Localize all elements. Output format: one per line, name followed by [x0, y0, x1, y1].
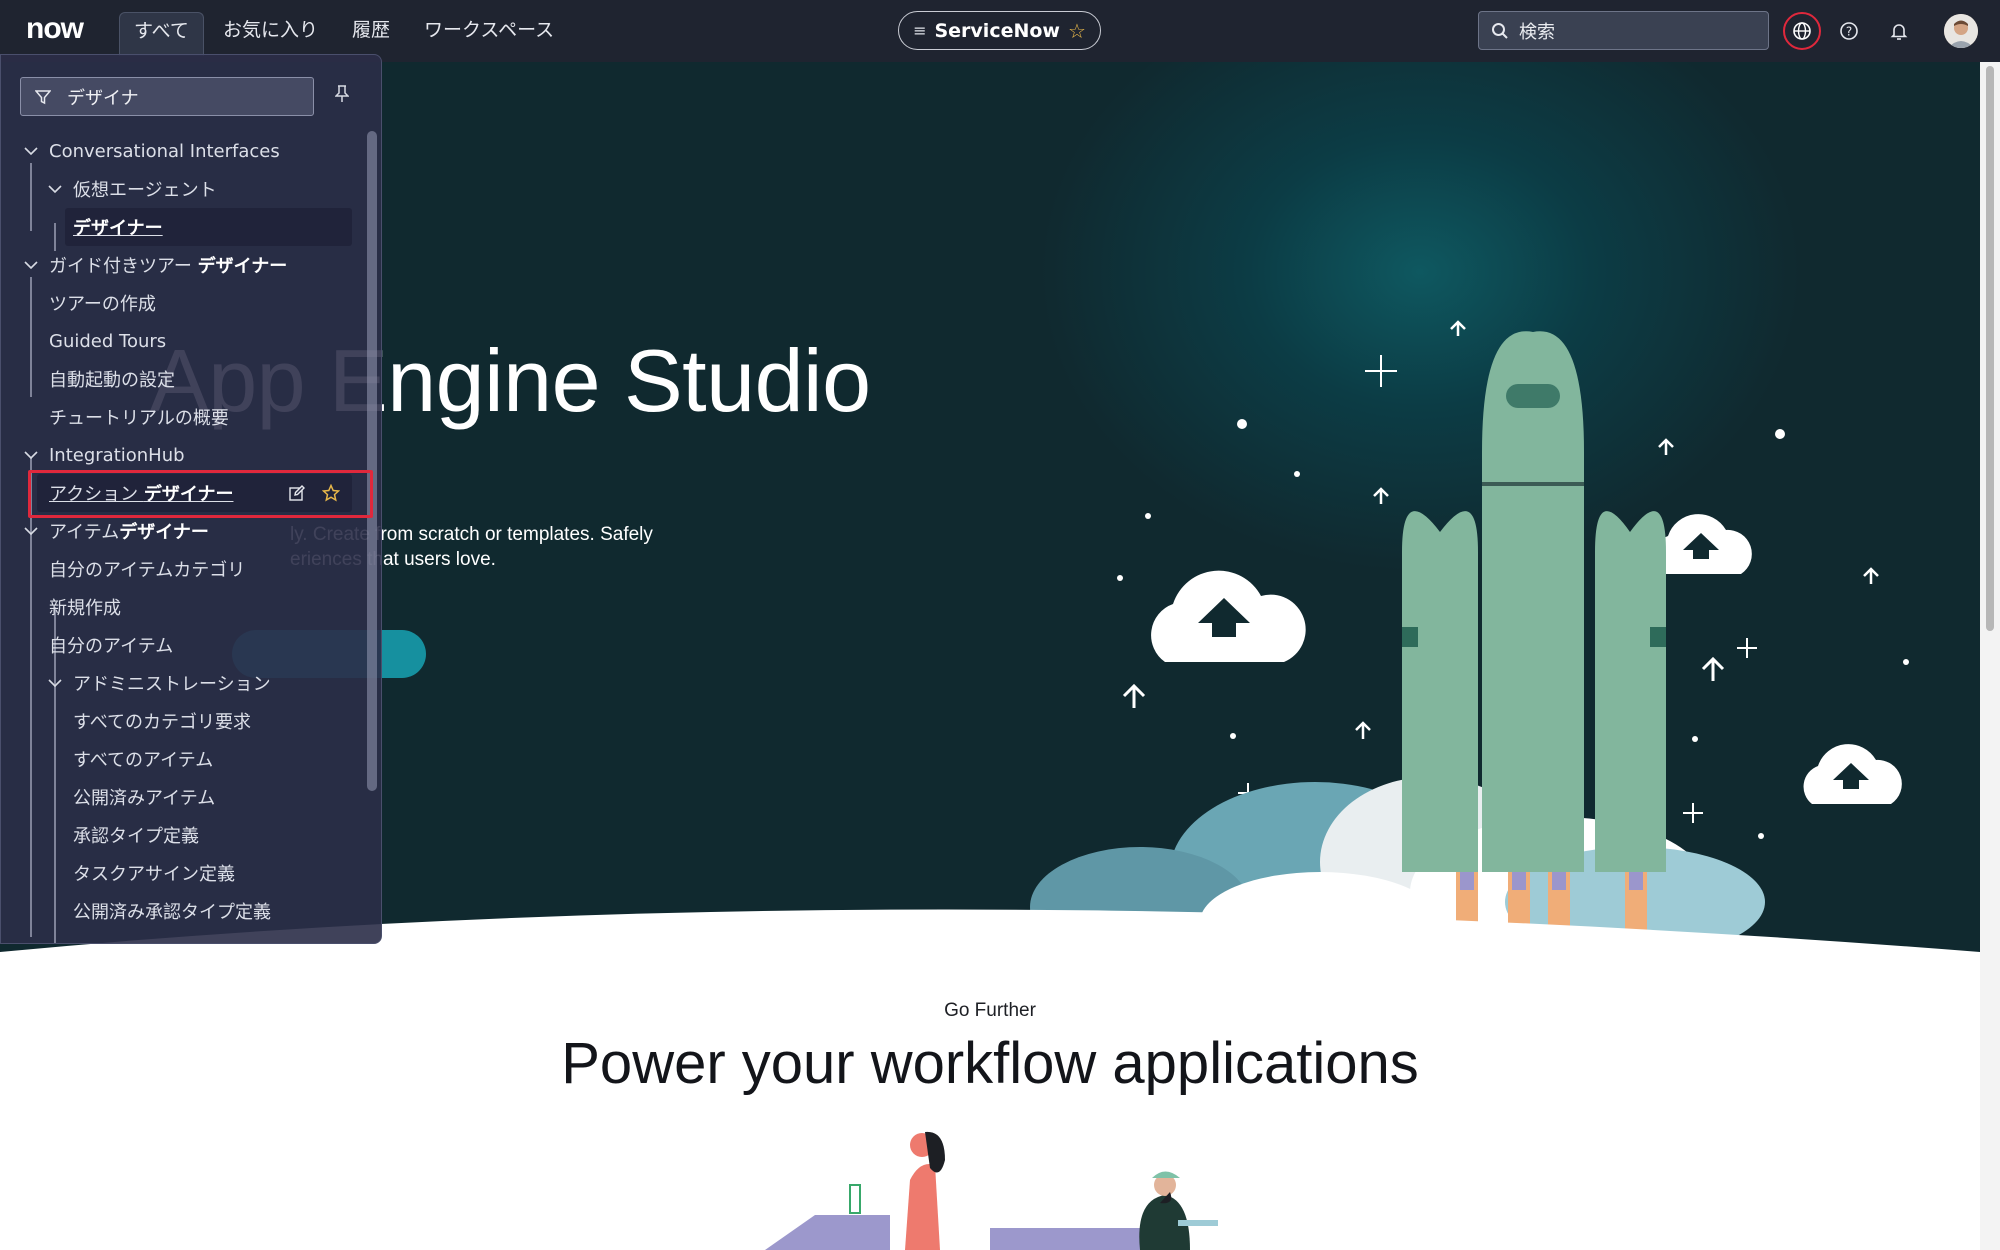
menu-group-label: アドミニストレーション: [73, 674, 271, 695]
menu-group-conversational-interfaces[interactable]: Conversational Interfaces: [19, 132, 280, 170]
help-button[interactable]: ?: [1830, 12, 1868, 50]
filter-value: デザイナ: [67, 87, 139, 109]
app-scope-label: ServiceNow: [934, 19, 1060, 42]
menu-group-label: アイテム: [49, 522, 120, 543]
chevron-down-icon: [48, 678, 62, 687]
question-icon: ?: [1840, 22, 1858, 40]
menu-item-label: ツアーの作成: [49, 294, 156, 315]
globe-icon: [1793, 22, 1811, 40]
menu-item-published-items[interactable]: 公開済みアイテム: [73, 778, 215, 816]
menu-item-va-designer[interactable]: デザイナー: [65, 208, 352, 246]
notifications-button[interactable]: [1880, 12, 1918, 50]
menu-group-administration[interactable]: アドミニストレーション: [43, 664, 271, 702]
user-avatar[interactable]: [1944, 14, 1978, 48]
menu-item-label: タスクアサイン定義: [73, 864, 235, 885]
chevron-down-icon: [24, 146, 38, 155]
global-search-input[interactable]: 検索: [1478, 11, 1769, 50]
menu-item-label: 新規作成: [49, 598, 121, 619]
menu-group-guided-tour-designer[interactable]: ガイド付きツアー デザイナー: [19, 246, 287, 284]
menu-item-tutorial-overview[interactable]: チュートリアルの概要: [49, 398, 229, 436]
menu-scrollbar[interactable]: [367, 131, 377, 791]
menu-item-label: Guided Tours: [49, 330, 167, 352]
pin-icon: [334, 85, 350, 102]
menu-item-label: すべてのカテゴリ要求: [73, 712, 252, 733]
tab-all[interactable]: すべて: [119, 12, 204, 56]
menu-item-my-items[interactable]: 自分のアイテム: [49, 626, 173, 664]
section-title: Power your workflow applications: [561, 1031, 1419, 1096]
tab-history[interactable]: 履歴: [338, 12, 404, 54]
menu-group-label: IntegrationHub: [49, 444, 185, 466]
highlight-box: [28, 470, 373, 518]
page-scrollbar-thumb[interactable]: [1986, 66, 1994, 631]
menu-item-label: 公開済みアイテム: [73, 788, 216, 809]
menu-item-my-categories[interactable]: 自分のアイテムカテゴリ: [49, 550, 245, 588]
tree-guide: [30, 277, 32, 397]
menu-group-label: 仮想エージェント: [73, 180, 217, 201]
menu-item-approval-types[interactable]: 承認タイプ定義: [73, 816, 199, 854]
app-scope-pill[interactable]: ≡ ServiceNow ☆: [898, 11, 1101, 50]
menu-item-all-items[interactable]: すべてのアイテム: [73, 740, 213, 778]
search-icon: [1492, 22, 1508, 39]
language-globe-button[interactable]: [1783, 12, 1821, 50]
menu-item-label: 公開済み承認タイプ定義: [73, 902, 271, 923]
filter-icon: [35, 89, 51, 104]
chevron-down-icon: [24, 526, 38, 535]
avatar-image: [1944, 14, 1978, 48]
menu-group-integrationhub[interactable]: IntegrationHub: [19, 436, 185, 474]
menu-item-label: 自分のアイテムカテゴリ: [49, 560, 246, 581]
section-eyebrow: Go Further: [944, 1000, 1036, 1021]
servicenow-logo[interactable]: now: [26, 12, 84, 46]
favorite-star-icon[interactable]: ☆: [1068, 19, 1086, 43]
menu-item-task-assignment[interactable]: タスクアサイン定義: [73, 854, 235, 892]
menu-item-autostart-settings[interactable]: 自動起動の設定: [49, 360, 175, 398]
menu-item-label: チュートリアルの概要: [49, 408, 229, 429]
menu-item-create-new[interactable]: 新規作成: [49, 588, 121, 626]
menu-filter-input[interactable]: デザイナ: [20, 77, 314, 116]
menu-item-published-approval-types[interactable]: 公開済み承認タイプ定義: [73, 892, 271, 930]
chevron-down-icon: [24, 450, 38, 459]
menu-item-create-tour[interactable]: ツアーの作成: [49, 284, 156, 322]
chevron-down-icon: [48, 184, 62, 193]
tab-favorites[interactable]: お気に入り: [209, 12, 332, 54]
menu-item-label: 承認タイプ定義: [73, 826, 199, 847]
menu-group-label-match: デザイナー: [119, 522, 209, 543]
menu-item-label: 自動起動の設定: [49, 370, 175, 391]
svg-text:?: ?: [1846, 25, 1852, 39]
bell-icon: [1890, 24, 1908, 40]
menu-group-virtual-agent[interactable]: 仮想エージェント: [43, 170, 217, 208]
menu-group-label: ガイド付きツアー: [49, 256, 198, 277]
tree-guide: [30, 163, 32, 231]
menu-item-all-category-requests[interactable]: すべてのカテゴリ要求: [73, 702, 251, 740]
search-placeholder: 検索: [1519, 21, 1555, 43]
pin-menu-button[interactable]: [334, 85, 350, 107]
tab-workspaces[interactable]: ワークスペース: [410, 12, 568, 54]
menu-item-label: デザイナー: [73, 218, 163, 239]
page-scrollbar[interactable]: [1980, 62, 2000, 1250]
menu-group-label: Conversational Interfaces: [49, 140, 280, 162]
menu-item-label: 自分のアイテム: [49, 636, 174, 657]
menu-item-guided-tours[interactable]: Guided Tours: [49, 322, 166, 360]
top-navigation-bar: now すべて お気に入り 履歴 ワークスペース ≡ ServiceNow ☆ …: [0, 0, 2000, 62]
menu-group-label-match: デザイナー: [197, 256, 288, 277]
chevron-down-icon: [24, 260, 38, 269]
list-icon: ≡: [913, 21, 927, 40]
menu-item-label: すべてのアイテム: [73, 750, 214, 771]
